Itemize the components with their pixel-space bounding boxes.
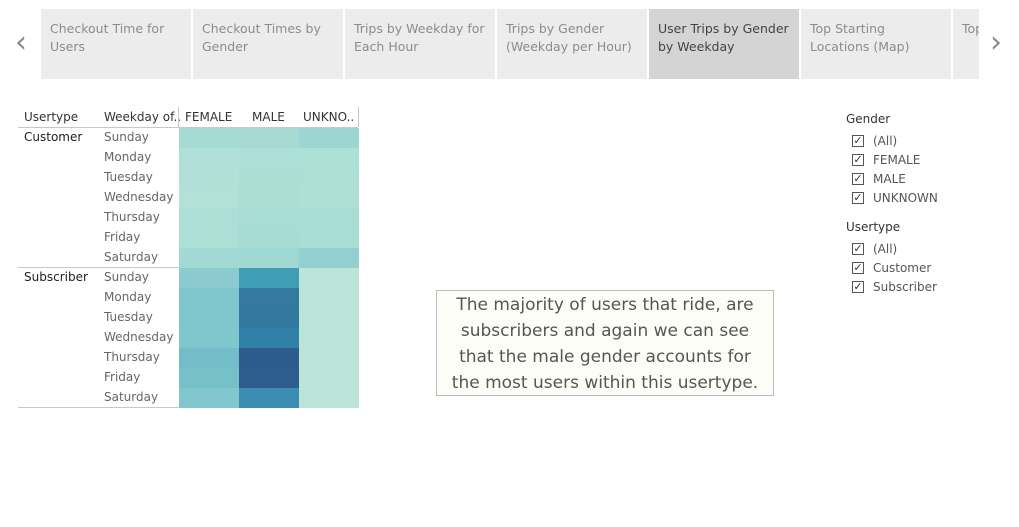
header-weekday[interactable]: Weekday of.. xyxy=(104,110,181,124)
heatmap-cell[interactable] xyxy=(179,308,239,328)
story-navigation-bar: ‹ Checkout Time for Users Checkout Times… xyxy=(0,0,1019,88)
weekday-label[interactable]: Sunday xyxy=(104,130,149,144)
heatmap-cell[interactable] xyxy=(239,348,299,368)
tab-checkout-times-by-gender[interactable]: Checkout Times by Gender xyxy=(193,9,343,79)
heatmap-cell[interactable] xyxy=(239,368,299,388)
heatmap-cell[interactable] xyxy=(239,128,299,148)
heatmap-cell[interactable] xyxy=(299,228,359,248)
tab-trips-by-gender-weekday-per-hour[interactable]: Trips by Gender (Weekday per Hour) xyxy=(497,9,647,79)
heatmap-cell[interactable] xyxy=(179,348,239,368)
heatmap-cell[interactable] xyxy=(179,208,239,228)
heatmap-cell[interactable] xyxy=(239,228,299,248)
heatmap-cell[interactable] xyxy=(239,308,299,328)
heatmap-cell[interactable] xyxy=(239,168,299,188)
usertype-filter-title: Usertype xyxy=(846,220,901,234)
heatmap-cell[interactable] xyxy=(179,388,239,408)
annotation-text-box: The majority of users that ride, are sub… xyxy=(436,290,774,396)
row-header-customer[interactable]: Customer xyxy=(24,130,82,144)
next-story-point-icon[interactable]: › xyxy=(985,26,1007,60)
heatmap-cell[interactable] xyxy=(299,128,359,148)
heatmap-cell[interactable] xyxy=(299,208,359,228)
annotation-line: The majority of users that ride, are xyxy=(456,295,754,315)
annotation-line: subscribers and again we can see xyxy=(460,321,750,341)
weekday-label[interactable]: Wednesday xyxy=(104,330,173,344)
heatmap-cell[interactable] xyxy=(239,188,299,208)
weekday-label[interactable]: Friday xyxy=(104,370,140,384)
heatmap-cell[interactable] xyxy=(239,208,299,228)
checkbox-checked-icon[interactable]: ✓ xyxy=(852,173,864,185)
heatmap-cell[interactable] xyxy=(299,328,359,348)
heatmap-cell[interactable] xyxy=(239,248,299,268)
heatmap-cell[interactable] xyxy=(239,288,299,308)
tab-trips-by-weekday-for-each-hour[interactable]: Trips by Weekday for Each Hour xyxy=(345,9,495,79)
annotation-line: that the male gender accounts for xyxy=(459,347,751,367)
heatmap-cell[interactable] xyxy=(179,228,239,248)
heatmap-cell[interactable] xyxy=(299,188,359,208)
header-column-divider xyxy=(358,107,359,127)
tab-user-trips-by-gender-by-weekday[interactable]: User Trips by Gender by Weekday xyxy=(649,9,799,79)
story-tabs: Checkout Time for Users Checkout Times b… xyxy=(41,9,979,79)
checkbox-checked-icon[interactable]: ✓ xyxy=(852,281,864,293)
weekday-label[interactable]: Tuesday xyxy=(104,170,153,184)
heatmap-cell[interactable] xyxy=(299,168,359,188)
heatmap-cell[interactable] xyxy=(239,388,299,408)
weekday-label[interactable]: Monday xyxy=(104,290,151,304)
header-male[interactable]: MALE xyxy=(252,110,285,124)
filter-label: Subscriber xyxy=(873,280,937,294)
header-column-divider xyxy=(178,107,179,127)
weekday-label[interactable]: Saturday xyxy=(104,250,158,264)
heatmap-cell[interactable] xyxy=(299,368,359,388)
tab-top-partial[interactable]: Top (M xyxy=(953,9,979,79)
gender-filter-title: Gender xyxy=(846,112,891,126)
checkbox-checked-icon[interactable]: ✓ xyxy=(852,262,864,274)
weekday-label[interactable]: Wednesday xyxy=(104,190,173,204)
heatmap-cell[interactable] xyxy=(179,328,239,348)
row-header-subscriber[interactable]: Subscriber xyxy=(24,270,88,284)
heatmap-cell[interactable] xyxy=(239,268,299,288)
heatmap-cell[interactable] xyxy=(179,168,239,188)
filter-label: MALE xyxy=(873,172,906,186)
heatmap-cell[interactable] xyxy=(179,148,239,168)
weekday-label[interactable]: Tuesday xyxy=(104,310,153,324)
checkbox-checked-icon[interactable]: ✓ xyxy=(852,135,864,147)
weekday-label[interactable]: Thursday xyxy=(104,210,160,224)
tab-checkout-time-for-users[interactable]: Checkout Time for Users xyxy=(41,9,191,79)
heatmap-cell[interactable] xyxy=(179,268,239,288)
checkbox-checked-icon[interactable]: ✓ xyxy=(852,243,864,255)
filter-label: Customer xyxy=(873,261,932,275)
checkbox-checked-icon[interactable]: ✓ xyxy=(852,154,864,166)
heatmap-cell[interactable] xyxy=(299,268,359,288)
tab-top-starting-locations-map[interactable]: Top Starting Locations (Map) xyxy=(801,9,951,79)
weekday-label[interactable]: Thursday xyxy=(104,350,160,364)
filter-label: FEMALE xyxy=(873,153,921,167)
heatmap-cell[interactable] xyxy=(179,368,239,388)
heatmap-cell[interactable] xyxy=(239,148,299,168)
heatmap-cell[interactable] xyxy=(299,248,359,268)
heatmap-cell[interactable] xyxy=(299,348,359,368)
header-usertype[interactable]: Usertype xyxy=(24,110,78,124)
weekday-label[interactable]: Friday xyxy=(104,230,140,244)
header-female[interactable]: FEMALE xyxy=(185,110,232,124)
filter-label: (All) xyxy=(873,242,898,256)
header-unknown[interactable]: UNKNO.. xyxy=(303,110,354,124)
previous-story-point-icon[interactable]: ‹ xyxy=(10,26,32,60)
filter-label: UNKNOWN xyxy=(873,191,938,205)
heatmap-cell[interactable] xyxy=(179,288,239,308)
annotation-line: the most users within this usertype. xyxy=(451,373,759,393)
heatmap-cell[interactable] xyxy=(299,388,359,408)
weekday-label[interactable]: Saturday xyxy=(104,390,158,404)
weekday-label[interactable]: Monday xyxy=(104,150,151,164)
heatmap-cell[interactable] xyxy=(179,128,239,148)
heatmap-cell[interactable] xyxy=(299,308,359,328)
heatmap-cell[interactable] xyxy=(299,148,359,168)
weekday-label[interactable]: Sunday xyxy=(104,270,149,284)
filter-label: (All) xyxy=(873,134,898,148)
heatmap-cell[interactable] xyxy=(179,188,239,208)
checkbox-checked-icon[interactable]: ✓ xyxy=(852,192,864,204)
heatmap-cell[interactable] xyxy=(299,288,359,308)
heatmap-cell[interactable] xyxy=(179,248,239,268)
heatmap-cell[interactable] xyxy=(239,328,299,348)
